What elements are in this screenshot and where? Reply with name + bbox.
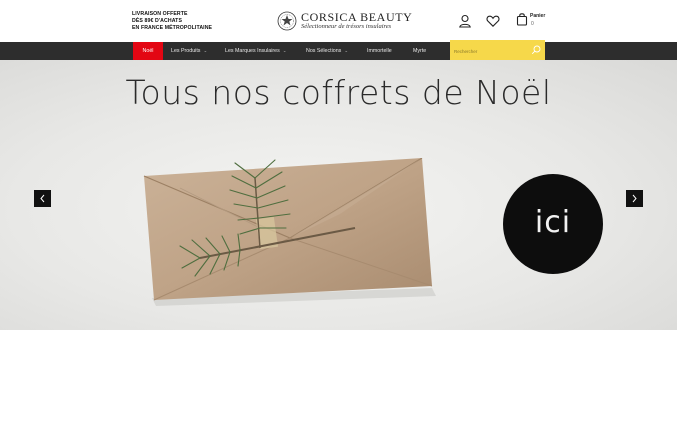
cart-count: 0 [531, 21, 534, 27]
chevron-down-icon: ⌄ [203, 48, 208, 53]
chevron-down-icon: ⌄ [344, 48, 349, 53]
account-icon[interactable] [458, 14, 472, 28]
hero-banner[interactable]: Tous nos coffrets de Noël ici [0, 60, 677, 330]
chevron-down-icon: ⌄ [282, 48, 287, 53]
nav-item-nos-selections[interactable]: Nos Sélections ⌄ [306, 42, 348, 60]
chevron-right-icon [632, 194, 637, 203]
nav-item-noel[interactable]: Noël [133, 42, 163, 60]
main-navigation: Noël Les Produits ⌄ Les Marques Insulaire… [0, 42, 677, 60]
shipping-line: DÈS 89€ D'ACHATS [132, 18, 183, 24]
nav-item-label: Myrte [413, 48, 427, 54]
logo-emblem-icon [277, 11, 297, 31]
free-shipping-notice: LIVRAISON OFFERTE DÈS 89€ D'ACHATS EN FR… [132, 11, 212, 32]
carousel-prev-button[interactable] [34, 190, 51, 207]
hero-title: Tous nos coffrets de Noël [125, 73, 552, 112]
nav-item-les-marques-insulaires[interactable]: Les Marques Insulaires ⌄ [225, 42, 287, 60]
nav-item-myrte[interactable]: Myrte [413, 42, 426, 60]
search-input[interactable] [454, 47, 524, 55]
cart-label[interactable]: Panier [530, 13, 545, 19]
chevron-left-icon [40, 194, 45, 203]
logo-title: CORSICA BEAUTY [301, 9, 413, 24]
carousel-next-button[interactable] [626, 190, 643, 207]
nav-item-label: Nos Sélections [306, 48, 342, 54]
cta-badge-label: ici [534, 205, 572, 240]
nav-item-immortelle[interactable]: Immortelle [367, 42, 392, 60]
search-icon[interactable] [531, 45, 541, 55]
gift-package-image [143, 158, 436, 306]
logo-subtitle: Sélectionneur de trésors insulaires [301, 22, 392, 30]
heart-icon[interactable] [486, 14, 500, 28]
site-logo[interactable]: CORSICA BEAUTY Sélectionneur de trésors … [277, 10, 412, 32]
nav-item-label: Immortelle [367, 48, 392, 54]
nav-item-label: Les Marques Insulaires [225, 48, 280, 54]
shipping-line: EN FRANCE MÉTROPOLITAINE [132, 25, 213, 31]
site-header: LIVRAISON OFFERTE DÈS 89€ D'ACHATS EN FR… [0, 0, 677, 42]
nav-item-les-produits[interactable]: Les Produits ⌄ [171, 42, 207, 60]
nav-item-label: Les Produits [171, 48, 201, 54]
shopping-bag-icon[interactable] [516, 12, 528, 26]
cta-badge[interactable]: ici [503, 174, 603, 274]
nav-item-label: Noël [142, 48, 154, 54]
shipping-line: LIVRAISON OFFERTE [132, 11, 188, 17]
